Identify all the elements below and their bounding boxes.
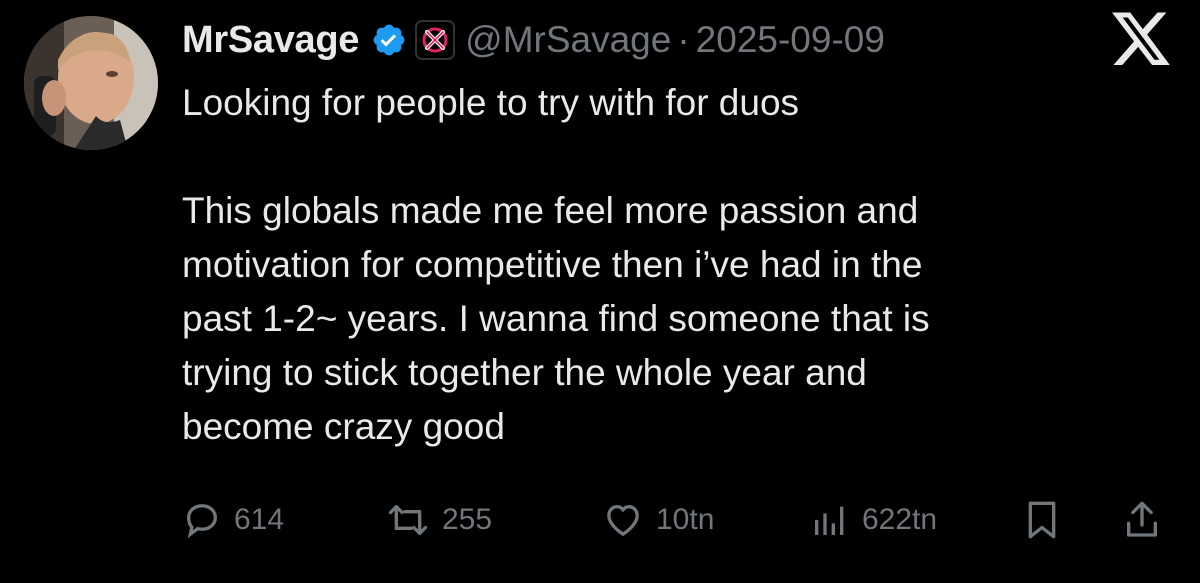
post-date[interactable]: 2025-09-09 xyxy=(696,19,885,61)
tweet-text-line: become crazy good xyxy=(182,406,505,447)
views-icon xyxy=(810,500,850,540)
separator-dot: · xyxy=(677,19,690,60)
repost-button[interactable]: 255 xyxy=(386,492,492,548)
tweet-text-line: motivation for competitive then i’ve had… xyxy=(182,244,923,285)
bookmark-icon xyxy=(1022,498,1062,542)
repost-icon xyxy=(386,500,430,540)
tweet-header: MrSavage @MrSavage · 2025-09-09 xyxy=(182,14,885,66)
tweet-text-line: Looking for people to try with for duos xyxy=(182,82,800,123)
tweet-text: Looking for people to try with for duos … xyxy=(182,76,1172,454)
avatar[interactable] xyxy=(24,16,158,150)
verified-badge-icon xyxy=(371,22,407,58)
heart-icon xyxy=(602,500,644,540)
views-button[interactable]: 622tn xyxy=(810,492,937,548)
team-affiliation-icon[interactable] xyxy=(415,20,456,60)
share-icon xyxy=(1122,498,1162,542)
repost-count: 255 xyxy=(442,503,493,536)
like-button[interactable]: 10tn xyxy=(602,492,714,548)
tweet-text-line: This globals made me feel more passion a… xyxy=(182,190,919,231)
bookmark-button[interactable] xyxy=(1022,492,1062,548)
x-logo-icon xyxy=(1112,12,1172,68)
reply-count: 614 xyxy=(234,503,285,536)
share-button[interactable] xyxy=(1122,492,1162,548)
display-name[interactable]: MrSavage xyxy=(182,19,359,62)
tweet-text-line: past 1-2~ years. I wanna find someone th… xyxy=(182,298,930,339)
reply-button[interactable]: 614 xyxy=(182,492,284,548)
tweet-text-line: trying to stick together the whole year … xyxy=(182,352,867,393)
views-count: 622tn xyxy=(862,503,938,536)
handle[interactable]: @MrSavage xyxy=(465,19,671,61)
reply-icon xyxy=(182,500,222,540)
tweet-card: MrSavage @MrSavage · 2025-09-09 Looking … xyxy=(0,0,1200,583)
action-bar: 614 255 10tn 622tn xyxy=(182,492,1172,548)
like-count: 10tn xyxy=(656,503,715,536)
